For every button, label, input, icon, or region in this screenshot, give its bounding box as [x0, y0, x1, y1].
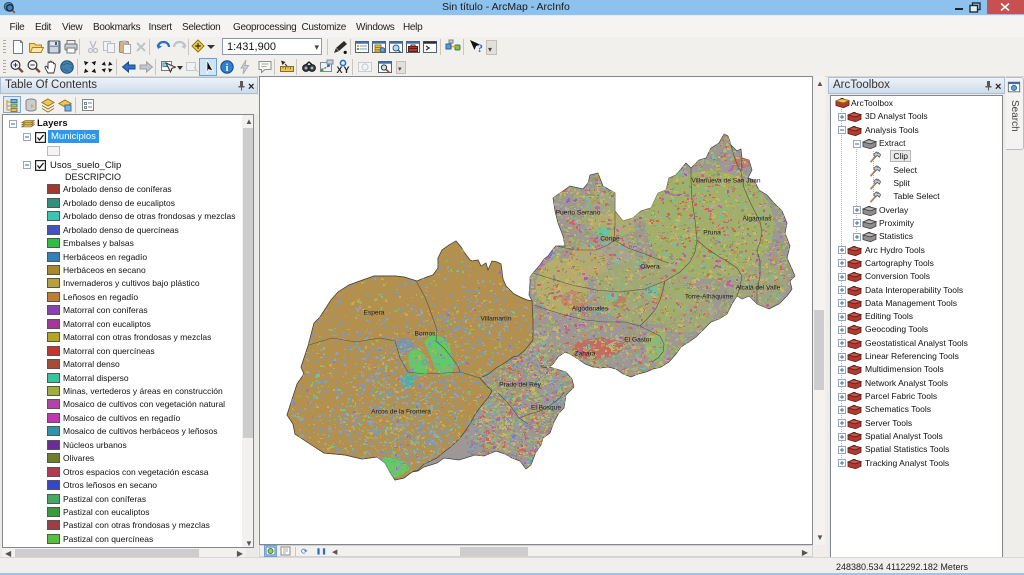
svg-text:Villamartín: Villamartín [480, 316, 511, 323]
svg-text:Y: Y [344, 65, 350, 75]
svg-text:Algámitas: Algámitas [743, 216, 773, 223]
svg-text:Pruna: Pruna [703, 230, 721, 237]
svg-text:?: ? [477, 41, 483, 55]
svg-text:Alcalá del Valle: Alcalá del Valle [736, 285, 781, 292]
svg-text:Algodonales: Algodonales [572, 306, 609, 313]
svg-text:X: X [337, 65, 343, 75]
svg-text:Prado del Rey: Prado del Rey [499, 382, 541, 389]
svg-text:Olvera: Olvera [640, 264, 660, 271]
svg-text:Arcos de la Frontera: Arcos de la Frontera [371, 409, 431, 416]
svg-text:Zahara: Zahara [575, 351, 596, 358]
svg-text:Villanueva de San Juan: Villanueva de San Juan [691, 178, 760, 185]
svg-text:i: i [226, 63, 229, 74]
svg-text:Bornos: Bornos [415, 331, 437, 338]
svg-text:Puerto Serrano: Puerto Serrano [556, 210, 601, 217]
svg-text:Córipe: Córipe [600, 236, 620, 243]
svg-text:El Gastor: El Gastor [624, 337, 652, 344]
svg-text:Torre-Alháquime: Torre-Alháquime [685, 294, 734, 301]
svg-text:Espera: Espera [364, 310, 385, 317]
svg-text:El Bosque: El Bosque [531, 405, 561, 412]
